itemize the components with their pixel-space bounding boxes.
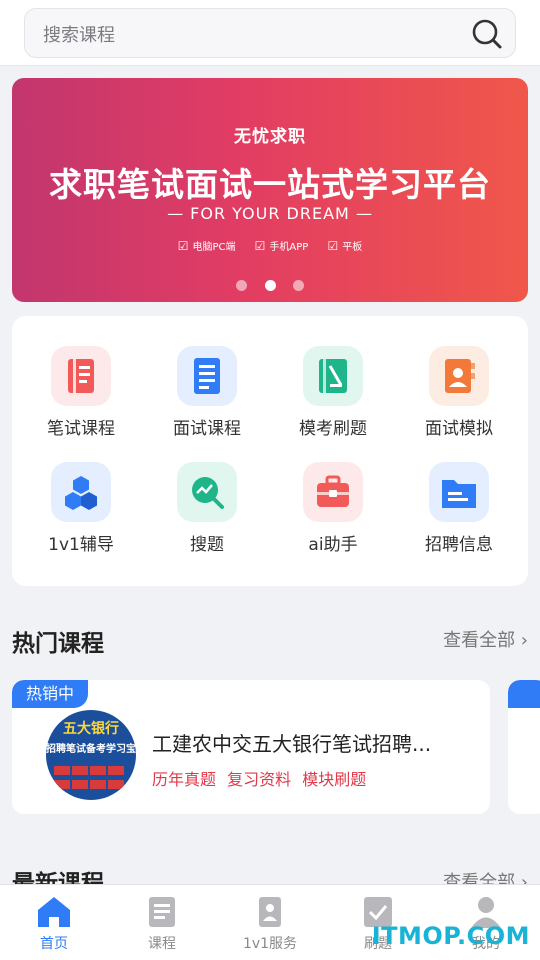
course-tag: 历年真题 (152, 770, 217, 789)
banner-tag: ☑ 平板 (327, 239, 363, 253)
banner-platform-tags: ☑ 电脑PC端 ☑ 手机APP ☑ 平板 (12, 238, 528, 253)
search-bar: 搜索课程 (0, 0, 540, 66)
feature-grid: 笔试课程 面试课程 模考刷题 面试模拟 1v1辅导 搜题 ai助手 招聘信息 (12, 316, 528, 586)
feature-label: 1v1辅导 (48, 535, 114, 555)
check-icon: ☑ (177, 239, 189, 253)
carousel-dot[interactable] (236, 280, 248, 291)
promo-banner[interactable]: 无忧求职 求职笔试面试一站式学习平台 — FOR YOUR DREAM — ☑ 电… (12, 78, 528, 302)
feature-label: 笔试课程 (47, 419, 115, 439)
course-tag: 模块刷题 (302, 770, 367, 789)
notebook-icon (51, 346, 111, 406)
hot-courses-title: 热门课程 (12, 631, 104, 657)
feature-label: ai助手 (308, 535, 358, 555)
hot-sale-badge (508, 680, 540, 708)
search-placeholder: 搜索课程 (43, 25, 115, 46)
carousel-indicator (12, 276, 528, 295)
contact-book-icon (429, 346, 489, 406)
feature-label: 搜题 (190, 535, 224, 555)
tutor-icon (252, 895, 288, 929)
course-thumbnail: 五大银行 招聘笔试备考学习宝典 (46, 710, 136, 800)
exam-book-icon (303, 346, 363, 406)
hot-see-all-link[interactable]: 查看全部 › (443, 626, 528, 652)
search-chart-icon (177, 462, 237, 522)
document-icon (177, 346, 237, 406)
feature-job-info[interactable]: 招聘信息 (396, 462, 522, 555)
feature-label: 招聘信息 (425, 535, 493, 555)
feature-ai-assistant[interactable]: ai助手 (270, 462, 396, 555)
feature-written-course[interactable]: 笔试课程 (18, 346, 144, 439)
carousel-dot[interactable] (292, 280, 304, 291)
carousel-dot-active[interactable] (264, 280, 276, 291)
course-card[interactable]: 热销中 五大银行 招聘笔试备考学习宝典 工建农中交五大银行笔试招聘... 历年真… (12, 680, 490, 814)
banner-title: 求职笔试面试一站式学习平台 (49, 165, 491, 204)
banner-slogan: — FOR YOUR DREAM — (167, 204, 373, 223)
thumbnail-decor (54, 760, 128, 775)
tab-label: 课程 (148, 936, 176, 952)
banner-brand: 无忧求职 (234, 127, 306, 147)
feature-1v1-tutoring[interactable]: 1v1辅导 (18, 462, 144, 555)
course-card-next[interactable] (508, 680, 540, 814)
tab-1v1-service[interactable]: 1v1服务 (216, 895, 324, 953)
tab-label: 1v1服务 (242, 936, 298, 952)
toolbox-icon (303, 462, 363, 522)
feature-label: 模考刷题 (299, 419, 367, 439)
watermark: ITMOP.COM (371, 922, 530, 950)
thumbnail-decor (54, 774, 128, 789)
banner-tag: ☑ 手机APP (254, 239, 309, 253)
feature-label: 面试模拟 (425, 419, 493, 439)
feature-label: 面试课程 (173, 419, 241, 439)
tab-courses[interactable]: 课程 (108, 895, 216, 953)
thumbnail-subtitle: 招聘笔试备考学习宝典 (46, 744, 136, 755)
course-tags: 历年真题 复习资料 模块刷题 (152, 766, 372, 790)
check-icon: ☑ (327, 239, 339, 253)
feature-mock-exam[interactable]: 模考刷题 (270, 346, 396, 439)
tab-home[interactable]: 首页 (0, 895, 108, 953)
check-icon: ☑ (254, 239, 266, 253)
cubes-icon (51, 462, 111, 522)
folder-icon (429, 462, 489, 522)
search-icon[interactable] (471, 18, 503, 50)
course-tag: 复习资料 (227, 770, 292, 789)
banner-tag: ☑ 电脑PC端 (177, 239, 236, 253)
feature-interview-sim[interactable]: 面试模拟 (396, 346, 522, 439)
course-icon (144, 895, 180, 929)
thumbnail-title: 五大银行 (63, 721, 119, 737)
hot-sale-badge: 热销中 (12, 680, 89, 708)
home-icon (36, 895, 72, 929)
tab-label: 首页 (40, 936, 68, 952)
feature-interview-course[interactable]: 面试课程 (144, 346, 270, 439)
search-input[interactable]: 搜索课程 (24, 8, 516, 58)
course-title: 工建农中交五大银行笔试招聘... (152, 732, 432, 756)
feature-search-question[interactable]: 搜题 (144, 462, 270, 555)
